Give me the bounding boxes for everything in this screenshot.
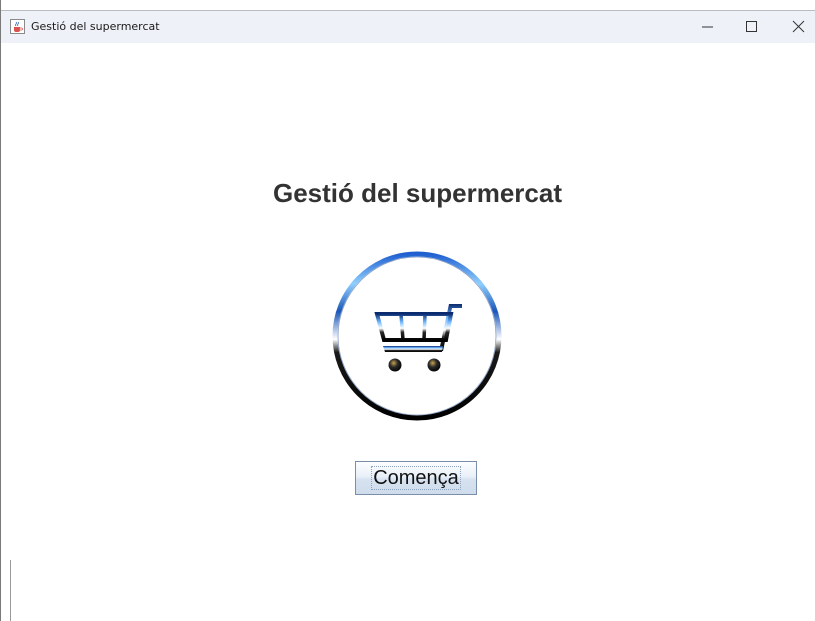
page-title: Gestió del supermercat [273,178,562,208]
minimize-icon [702,26,713,28]
window-title: Gestió del supermercat [31,20,160,33]
java-cup-icon[interactable] [10,19,25,34]
left-edge-divider [10,560,11,621]
start-button-label: Comença [373,467,459,489]
title-bar[interactable]: Gestió del supermercat [1,11,815,43]
maximize-button[interactable] [730,11,774,43]
start-button[interactable]: Comença [355,461,477,495]
minimize-button[interactable] [686,11,730,43]
shopping-cart-icon [329,248,505,424]
close-button[interactable] [774,11,815,43]
app-window: Gestió del supermercat Gestió del superm… [0,0,815,621]
content-panel: Gestió del supermercat Comença [1,43,815,621]
maximize-icon [746,21,757,32]
close-icon [792,20,805,33]
